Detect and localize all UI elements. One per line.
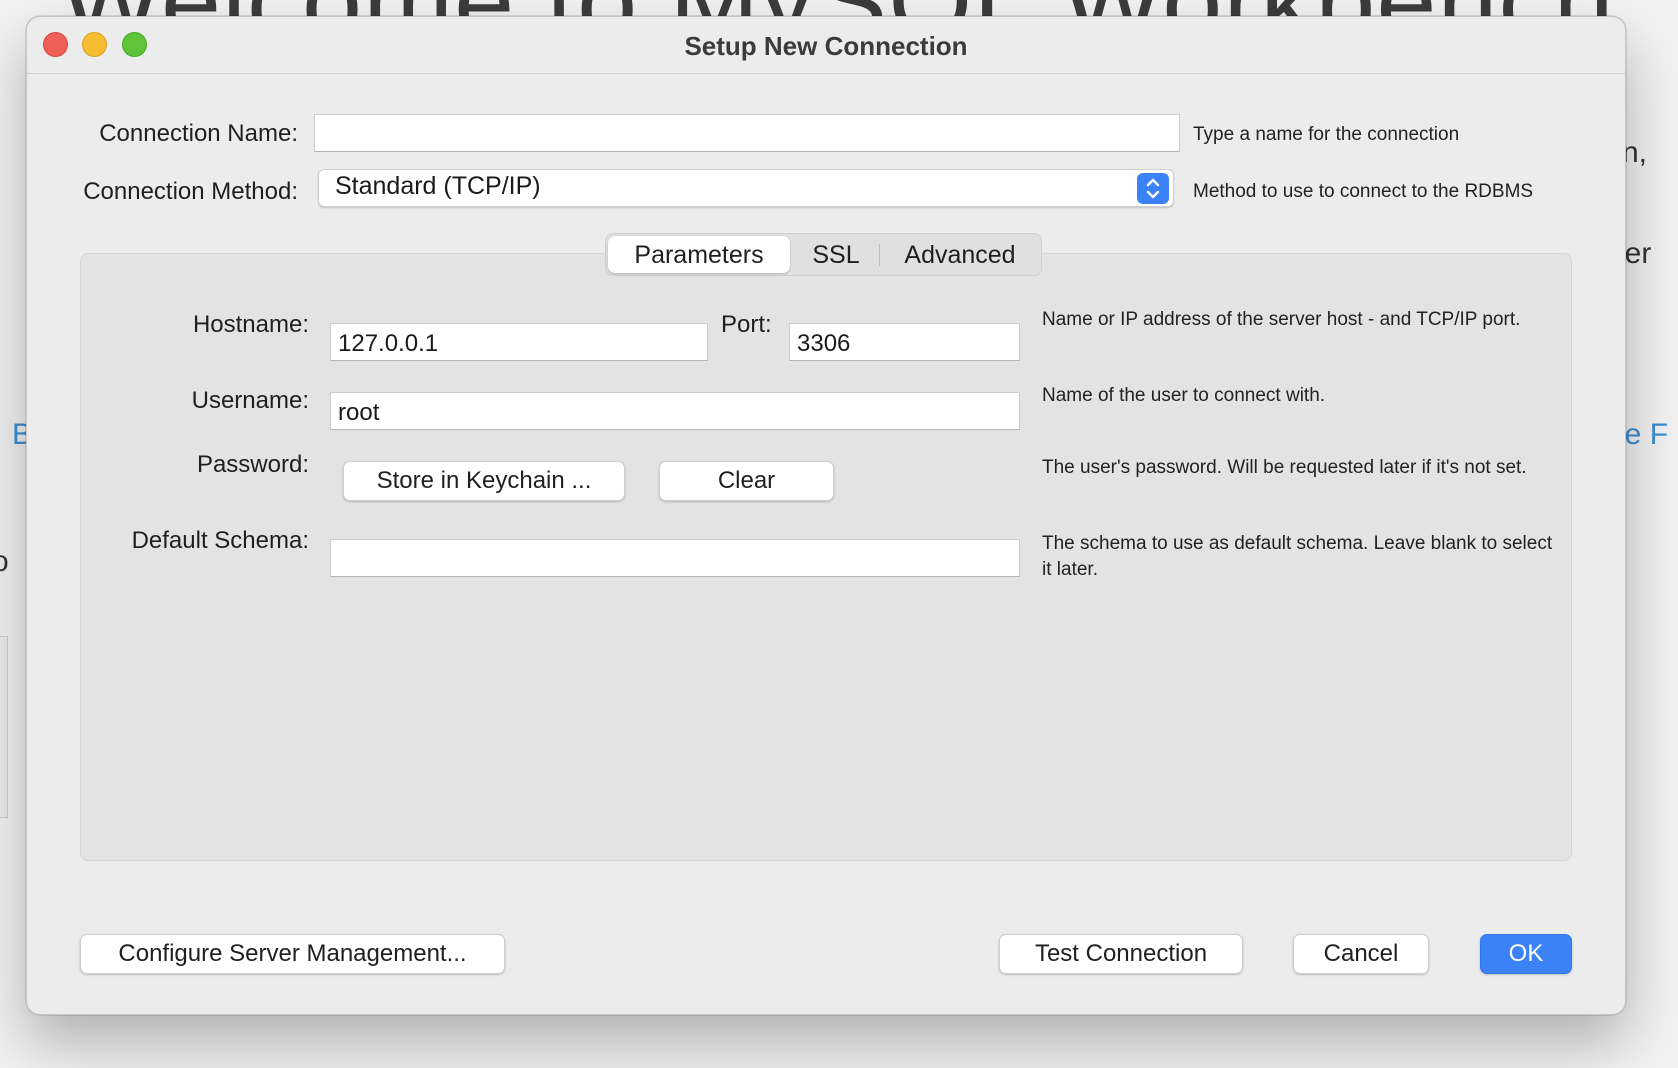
test-connection-button[interactable]: Test Connection [999,934,1243,974]
hostname-label: Hostname: [192,311,309,338]
tab-divider [879,244,880,266]
tab-ssl[interactable]: SSL [796,236,876,273]
background-text-fragment: o [0,545,9,578]
connection-method-value: Standard (TCP/IP) [335,172,541,200]
default-schema-label: Default Schema: [131,527,309,554]
connection-method-hint: Method to use to connect to the RDBMS [1193,181,1534,202]
username-input[interactable] [330,392,1020,430]
connection-name-label: Connection Name: [99,120,298,147]
connection-name-input[interactable] [314,114,1180,152]
ok-button[interactable]: OK [1480,934,1572,974]
tab-advanced[interactable]: Advanced [882,236,1038,273]
default-schema-input[interactable] [330,539,1020,577]
clear-password-button[interactable]: Clear [659,461,834,501]
tab-bar: Parameters SSL Advanced [605,233,1042,276]
port-label: Port: [721,311,772,338]
password-label: Password: [196,451,309,478]
connection-method-select[interactable]: Standard (TCP/IP) [318,169,1174,207]
default-schema-hint: The schema to use as default schema. Lea… [1042,533,1553,580]
hostname-hint: Name or IP address of the server host - … [1042,309,1521,330]
window-title: Setup New Connection [684,31,968,61]
connection-name-hint: Type a name for the connection [1193,124,1460,145]
hostname-input[interactable] [330,323,708,361]
title-bar: Setup New Connection [27,17,1625,74]
username-label: Username: [191,387,309,414]
connection-method-label: Connection Method: [83,178,298,205]
setup-connection-dialog: Setup New Connection Connection Name: Ty… [26,16,1626,1015]
up-down-chevron-icon [1137,173,1169,204]
username-hint: Name of the user to connect with. [1042,385,1326,406]
configure-server-management-button[interactable]: Configure Server Management... [80,934,505,974]
password-hint: The user's password. Will be requested l… [1042,457,1527,478]
background-panel [0,636,8,818]
tab-parameters[interactable]: Parameters [608,236,790,273]
port-input[interactable] [789,323,1020,361]
cancel-button[interactable]: Cancel [1293,934,1429,974]
store-in-keychain-button[interactable]: Store in Keychain ... [343,461,625,501]
